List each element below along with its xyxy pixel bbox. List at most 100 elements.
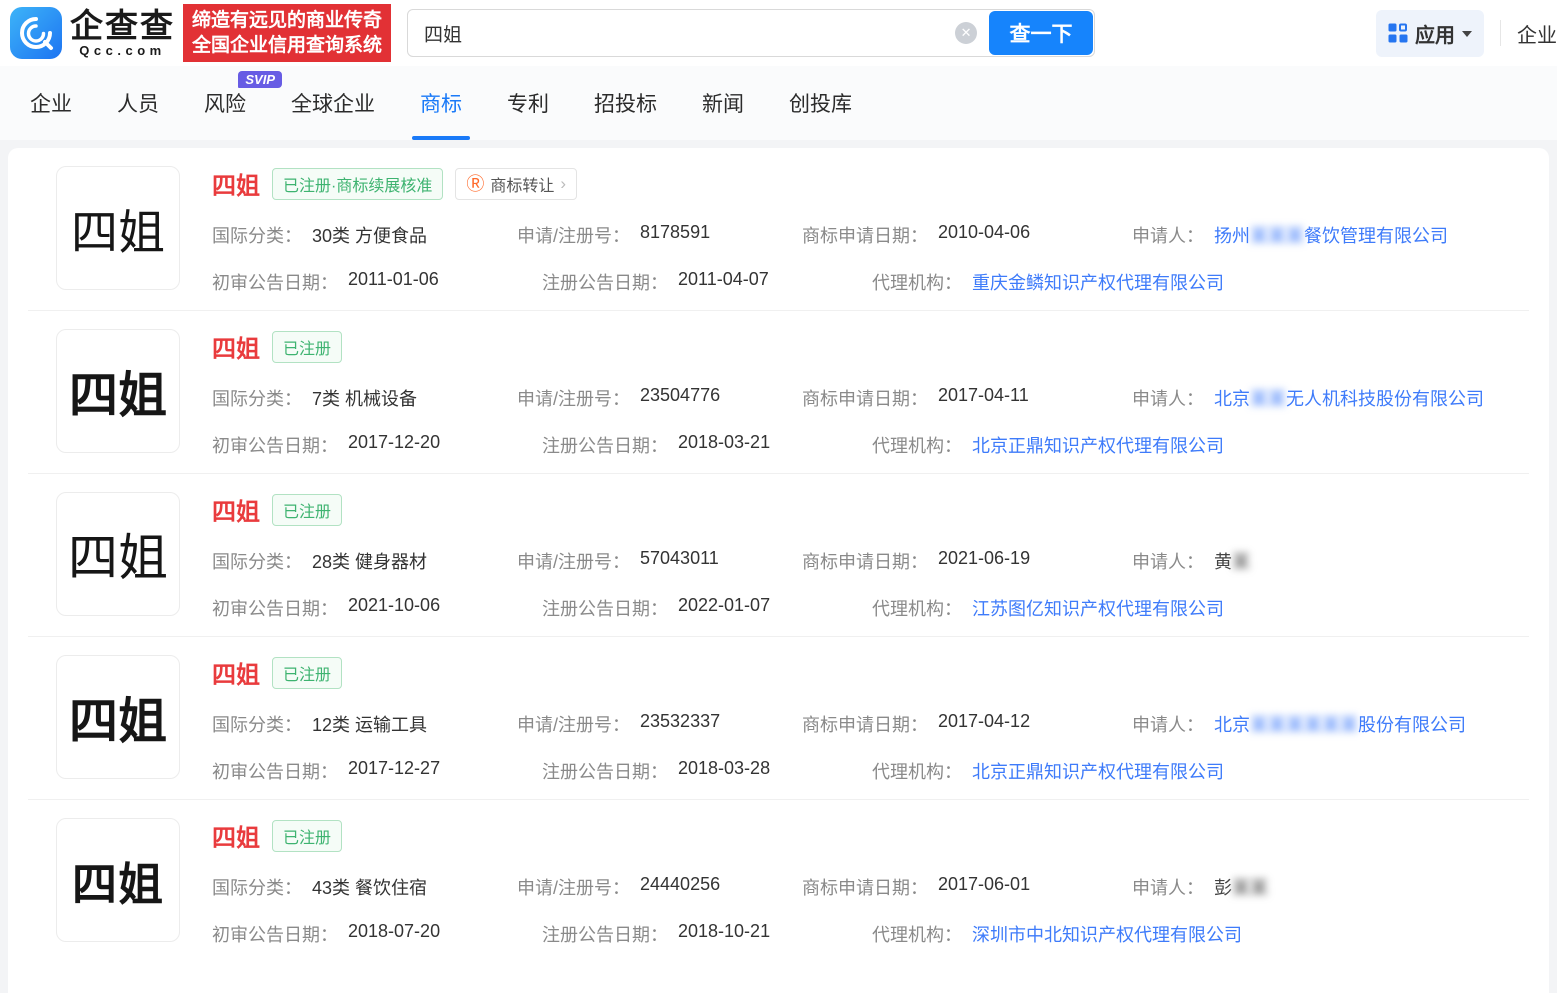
qcc-logo[interactable]: 企查查 Qcc.com — [10, 7, 175, 59]
label-reg-announce-date: 注册公告日期： — [542, 436, 668, 456]
label-apply-date: 商标申请日期： — [802, 226, 928, 246]
label-intl-class: 国际分类： — [212, 226, 302, 246]
enterprise-link[interactable]: 企业 — [1517, 19, 1557, 48]
agency-link[interactable]: 深圳市中北知识产权代理有限公司 — [972, 921, 1242, 947]
label-agency: 代理机构： — [872, 925, 962, 945]
status-badge: 已注册 — [272, 493, 343, 526]
apply-date-value: 2021-06-19 — [938, 548, 1031, 568]
tab-global-enterprise[interactable]: 全球企业 — [291, 66, 375, 140]
slogan-banner: 缔造有远见的商业传奇 全国企业信用查询系统 — [183, 4, 392, 62]
first-trial-date-value: 2018-07-20 — [348, 921, 441, 941]
trademark-image-text: 四姐 — [68, 368, 167, 423]
label-apply-date: 商标申请日期： — [802, 715, 928, 735]
reg-no-value: 23504776 — [640, 385, 721, 405]
applicant-link[interactable]: 北京某某某某某某股份有限公司 — [1214, 711, 1466, 737]
trademark-title[interactable]: 四姐 — [212, 655, 260, 690]
label-applicant: 申请人： — [1132, 878, 1204, 898]
trademark-image[interactable]: 四姐 — [56, 166, 180, 290]
label-applicant: 申请人： — [1132, 389, 1204, 409]
reg-announce-date-value: 2011-04-07 — [678, 269, 769, 289]
apps-button[interactable]: 应用 — [1376, 9, 1484, 57]
tab-risk[interactable]: 风险 SVIP — [204, 66, 282, 140]
trademark-image-text: 四姐 — [68, 530, 168, 586]
label-reg-announce-date: 注册公告日期： — [542, 925, 668, 945]
agency-link[interactable]: 北京正鼎知识产权代理有限公司 — [972, 758, 1224, 784]
trademark-row: 四姐 四姐 已注册 国际分类： 12类 运输工具 申请/注册号： 23532337 … — [28, 636, 1529, 799]
tab-trademark[interactable]: 商标 — [420, 66, 462, 140]
label-applicant: 申请人： — [1132, 715, 1204, 735]
trademark-title[interactable]: 四姐 — [212, 492, 260, 527]
first-trial-date-value: 2021-10-06 — [348, 595, 441, 615]
redacted-text: 某某 — [1232, 878, 1268, 898]
trademark-image[interactable]: 四姐 — [56, 329, 180, 453]
label-reg-no: 申请/注册号： — [517, 878, 631, 898]
trademark-row: 四姐 四姐 已注册 国际分类： 43类 餐饮住宿 申请/注册号： 24440256 … — [28, 799, 1529, 962]
tab-enterprise[interactable]: 企业 — [30, 66, 72, 140]
chevron-right-icon: › — [560, 173, 567, 193]
label-intl-class: 国际分类： — [212, 389, 302, 409]
transfer-badge[interactable]: Ⓡ 商标转让 › — [455, 167, 578, 200]
reg-announce-date-value: 2018-03-21 — [678, 432, 771, 452]
trademark-title[interactable]: 四姐 — [212, 818, 260, 853]
trademark-image-text: 四姐 — [71, 205, 165, 259]
redacted-text: 某某 — [1250, 389, 1286, 409]
label-applicant: 申请人： — [1132, 552, 1204, 572]
trademark-row: 四姐 四姐 已注册·商标续展核准 Ⓡ 商标转让 › 国际分类： 30类 方便食品 … — [28, 148, 1529, 310]
applicant-link[interactable]: 北京某某无人机科技股份有限公司 — [1214, 385, 1484, 411]
tab-vc[interactable]: 创投库 — [789, 66, 852, 140]
header: 企查查 Qcc.com 缔造有远见的商业传奇 全国企业信用查询系统 ✕ 查一下 … — [0, 0, 1557, 66]
label-apply-date: 商标申请日期： — [802, 389, 928, 409]
label-intl-class: 国际分类： — [212, 878, 302, 898]
redacted-text: 某某某 — [1250, 226, 1304, 246]
trademark-title[interactable]: 四姐 — [212, 166, 260, 201]
intl-class-value: 28类 健身器材 — [312, 552, 428, 572]
label-intl-class: 国际分类： — [212, 715, 302, 735]
intl-class-value: 7类 机械设备 — [312, 389, 418, 409]
applicant-name: 黄某 — [1214, 552, 1250, 572]
trademark-image-text: 四姐 — [68, 694, 167, 749]
first-trial-date-value: 2017-12-27 — [348, 758, 441, 778]
clear-icon[interactable]: ✕ — [955, 22, 978, 44]
reg-announce-date-value: 2022-01-07 — [678, 595, 771, 615]
apps-grid-icon — [1388, 23, 1408, 43]
reg-announce-date-value: 2018-03-28 — [678, 758, 771, 778]
trademark-image[interactable]: 四姐 — [56, 492, 180, 616]
agency-link[interactable]: 北京正鼎知识产权代理有限公司 — [972, 432, 1224, 458]
applicant-link[interactable]: 扬州某某某餐饮管理有限公司 — [1214, 222, 1448, 248]
first-trial-date-value: 2017-12-20 — [348, 432, 441, 452]
search-input[interactable] — [408, 22, 956, 44]
slogan-line1: 缔造有远见的商业传奇 — [192, 10, 383, 31]
label-reg-no: 申请/注册号： — [517, 552, 631, 572]
qcc-logo-icon — [10, 7, 62, 59]
chevron-down-icon — [1462, 31, 1472, 37]
agency-link[interactable]: 重庆金鳞知识产权代理有限公司 — [972, 269, 1224, 295]
label-apply-date: 商标申请日期： — [802, 552, 928, 572]
agency-link[interactable]: 江苏图亿知识产权代理有限公司 — [972, 595, 1224, 621]
intl-class-value: 43类 餐饮住宿 — [312, 878, 428, 898]
trademark-title[interactable]: 四姐 — [212, 329, 260, 364]
registered-icon: Ⓡ — [466, 173, 485, 194]
reg-no-value: 57043011 — [640, 548, 719, 568]
divider — [1500, 20, 1501, 46]
status-badge: 已注册 — [272, 656, 343, 689]
label-reg-no: 申请/注册号： — [517, 226, 631, 246]
label-reg-announce-date: 注册公告日期： — [542, 599, 668, 619]
tab-bidding[interactable]: 招投标 — [594, 66, 657, 140]
label-agency: 代理机构： — [872, 599, 962, 619]
reg-no-value: 8178591 — [640, 222, 711, 242]
reg-no-value: 24440256 — [640, 874, 721, 894]
svip-badge: SVIP — [238, 71, 282, 88]
tab-people[interactable]: 人员 — [117, 66, 159, 140]
intl-class-value: 12类 运输工具 — [312, 715, 428, 735]
trademark-row: 四姐 四姐 已注册 国际分类： 7类 机械设备 申请/注册号： 23504776 商… — [28, 310, 1529, 473]
transfer-label: 商标转让 — [490, 177, 555, 195]
search-button[interactable]: 查一下 — [989, 11, 1094, 55]
header-right: 应用 企业 — [1376, 9, 1557, 57]
trademark-image[interactable]: 四姐 — [56, 655, 180, 779]
redacted-text: 某某某某某某 — [1250, 715, 1358, 735]
tab-patent[interactable]: 专利 — [507, 66, 549, 140]
label-first-trial-date: 初审公告日期： — [212, 925, 338, 945]
trademark-image[interactable]: 四姐 — [56, 818, 180, 942]
tab-news[interactable]: 新闻 — [702, 66, 744, 140]
label-applicant: 申请人： — [1132, 226, 1204, 246]
